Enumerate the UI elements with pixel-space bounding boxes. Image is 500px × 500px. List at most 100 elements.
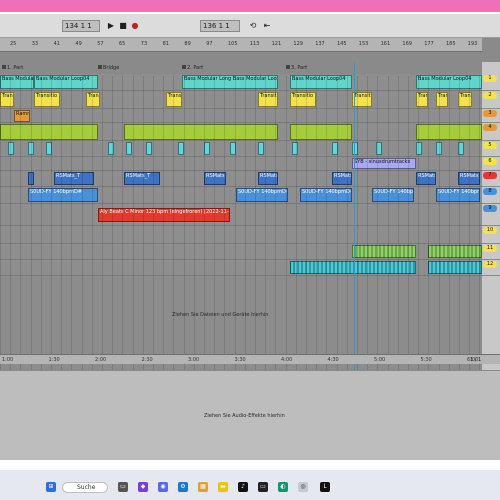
calendar-icon[interactable]: ▦ [198,482,208,492]
ruler-tick: 65 [119,41,126,47]
track-header[interactable]: 5 [482,141,500,157]
windows-taskbar: ⊞ Suche ▭ ◆ ◉ ⚙ ▦ ▬ ♪ ▭ ◐ ◎ L [0,470,500,500]
time-label: 4:00 [281,357,293,363]
clip-cyan-hit[interactable] [146,142,152,155]
track-number[interactable]: 10 [483,227,497,234]
clip-transition[interactable]: Transitio [0,92,14,107]
clip-bass-1[interactable]: Bass Modular Long [0,75,34,89]
app-icon[interactable]: ▭ [258,482,268,492]
ruler-tick: 161 [380,41,391,47]
track-header[interactable]: 6 [482,157,500,171]
windows-start-icon[interactable]: ⊞ [46,482,56,492]
clip-rsmats[interactable]: RSMats_T [54,172,94,185]
settings-icon[interactable]: ⚙ [178,482,188,492]
track-number[interactable]: 4 [483,124,497,131]
clip-bass-4[interactable]: Bass Modular Loop04 [290,75,352,89]
clip-transition[interactable]: Transitio [290,92,316,107]
track-header[interactable]: 8 [482,187,500,204]
clip-green-waveform[interactable] [352,245,416,258]
clip-purple[interactable]: SYB - sinusdrumtracks [352,158,416,169]
ableton-live-icon[interactable]: L [320,482,330,492]
clip-cyan-hit[interactable] [258,142,264,155]
song-position-field[interactable]: 136 1 1 [200,20,240,32]
drop-effects-hint: Ziehen Sie Audio-Effekte hierhin [204,413,285,419]
time-label: 1:30 [48,357,60,363]
clip-orange[interactable]: Ramm [14,110,30,122]
clip-transition[interactable]: Transitio [34,92,60,107]
track-number[interactable]: 1 [483,75,497,82]
teams-icon[interactable]: ◆ [138,482,148,492]
clip-transition[interactable]: Transitio [86,92,100,107]
track-header[interactable]: 12 [482,260,500,276]
discord-icon[interactable]: ◉ [158,482,168,492]
track-header[interactable]: 1 [482,74,500,91]
arrangement-view: 25 33 41 49 57 65 73 81 89 97 105 113 121 129 137 145 15… [0,38,500,406]
track-number[interactable]: 6 [483,158,497,165]
track-header[interactable]: 2 [482,91,500,109]
device-view[interactable]: Ziehen Sie Audio-Effekte hierhin [0,370,500,460]
time-ruler[interactable]: 1 / 1 1:00 1:30 2:00 2:30 3:00 3:30 4:00 4:30 5:… [0,354,500,364]
ruler-tick: 105 [228,41,238,47]
ruler-tick: 97 [206,41,213,47]
ruler-tick: 81 [162,41,169,47]
clip-green-3[interactable] [290,124,352,140]
time-label: 5:30 [420,357,432,363]
track-header[interactable]: 4 [482,123,500,141]
track-number[interactable]: 7 [483,172,497,179]
ruler-tick: 193 [467,41,478,47]
clip-soud-fy-1[interactable]: S0UD-FY 140bpmD# [28,188,98,202]
clip-rsmats[interactable]: RSMats_T [332,172,352,185]
clip-soud-fy-2[interactable]: S0UD-FY 140bpmD# [236,188,288,202]
clip-bass-3[interactable]: Bass Modular Long Bass Modular Loop04 [182,75,278,89]
track-number[interactable]: 12 [483,261,497,268]
transport-bar: 134 1 1 ▶ ■ ● 136 1 1 ⟲ ⇤ [0,14,500,38]
ruler-tick: 113 [249,41,260,47]
bar-ruler[interactable]: 25 33 41 49 57 65 73 81 89 97 105 113 121 129 137 145 15… [0,38,482,52]
ruler-tick: 185 [446,41,456,47]
track-lanes: Bass Modular Long Bass Modular Loop04 Ba… [0,62,482,406]
time-label: 5:00 [374,357,386,363]
clip-green-1[interactable] [0,124,98,140]
taskbar-search[interactable]: Suche [62,482,108,493]
chrome-icon[interactable]: ◎ [298,482,308,492]
clip-transition[interactable]: Transitio [352,92,372,107]
tiktok-icon[interactable]: ♪ [238,482,248,492]
track-headers: 1 2 3 4 5 6 7 8 9 10 11 12 [482,62,500,392]
track-header[interactable]: 7 [482,171,500,187]
track-number[interactable]: 2 [483,92,497,99]
tempo-field[interactable]: 134 1 1 [62,20,100,32]
time-label: 3:30 [234,357,246,363]
clip-green-waveform[interactable] [428,245,482,258]
ruler-tick: 73 [140,41,148,47]
track-header[interactable]: 9 [482,204,500,226]
track-header[interactable]: 10 [482,226,500,244]
track-number[interactable]: 3 [483,110,497,117]
stop-icon[interactable]: ■ [118,20,128,32]
loop-icon[interactable]: ⟲ [248,20,258,32]
punch-icon[interactable]: ⇤ [262,20,272,32]
ruler-tick: 145 [337,41,347,47]
track-header[interactable]: 11 [482,244,500,260]
playhead[interactable] [354,62,355,392]
clip-teal-waveform[interactable] [428,261,482,274]
drop-files-hint: Ziehen Sie Dateien und Geräte hierhin [172,312,269,318]
ruler-tick: 153 [358,41,369,47]
clip-bass-2[interactable]: Bass Modular Loop04 [34,75,98,89]
time-label: 2:00 [95,357,107,363]
clip-cyan-hit[interactable] [126,142,132,155]
ruler-tick: 177 [424,41,434,47]
record-icon[interactable]: ● [130,20,140,32]
ruler-tick: 129 [293,41,303,47]
track-number[interactable]: 5 [483,142,497,149]
task-view-icon[interactable]: ▭ [118,482,128,492]
edge-icon[interactable]: ◐ [278,482,288,492]
clip-soud-fy-5[interactable]: S0UD-FY 140bpmD# [436,188,480,202]
track-number[interactable]: 11 [483,245,497,252]
file-explorer-icon[interactable]: ▬ [218,482,228,492]
ruler-tick: 25 [10,41,17,47]
play-icon[interactable]: ▶ [106,20,116,32]
track-number[interactable]: 9 [483,205,497,212]
ruler-tick: 121 [271,41,282,47]
track-header[interactable]: 3 [482,109,500,123]
track-number[interactable]: 8 [483,188,497,195]
